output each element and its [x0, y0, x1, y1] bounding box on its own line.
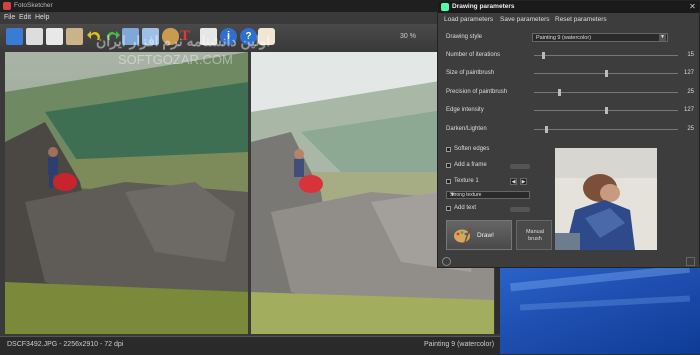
drawing-style-select[interactable]: Painting 9 (watercolor) ▼ — [532, 33, 668, 42]
edge-intensity-label: Edge intensity — [446, 107, 484, 113]
copy-icon[interactable] — [46, 28, 63, 45]
brush-size-slider[interactable] — [534, 70, 678, 77]
menu-bar: File Edit Help — [0, 12, 510, 24]
manual-brush-line2: brush — [528, 236, 542, 242]
file-info: DSCF3492.JPG - 2256x2910 - 72 dpi — [7, 341, 124, 348]
soften-edges-label: Soften edges — [454, 146, 490, 152]
main-window: FotoSketcher File Edit Help T i ? 30 % ا… — [0, 0, 510, 355]
iterations-slider[interactable] — [534, 52, 678, 59]
menu-help[interactable]: Help — [35, 14, 49, 21]
texture-next-icon[interactable]: ▶ — [520, 178, 527, 185]
menu-edit[interactable]: Edit — [19, 14, 31, 21]
brush-size-value: 127 — [683, 70, 694, 76]
slider-thumb[interactable] — [542, 52, 545, 59]
add-frame-checkbox[interactable] — [446, 163, 451, 168]
desktop-background — [500, 264, 700, 354]
draw-button[interactable]: Draw! — [446, 220, 512, 250]
save-parameters-menu[interactable]: Save parameters — [500, 16, 550, 23]
drawing-style-value: Painting 9 (watercolor) — [536, 35, 592, 41]
texture-label: Texture 1 — [454, 178, 479, 184]
texture-prev-icon[interactable]: ◀ — [510, 178, 517, 185]
paste-icon[interactable] — [66, 28, 83, 45]
manual-brush-line1: Manual — [525, 229, 545, 235]
text-options-button[interactable] — [510, 207, 530, 212]
original-image[interactable] — [5, 52, 248, 334]
desktop-glow — [519, 295, 691, 311]
close-icon[interactable]: ✕ — [688, 2, 697, 11]
add-text-checkbox[interactable] — [446, 206, 451, 211]
app-icon — [3, 2, 11, 10]
watermark-text: اولین دانشنامه نرم افزار ایران — [96, 33, 271, 49]
darken-lighten-slider[interactable] — [534, 126, 678, 133]
slider-thumb[interactable] — [605, 107, 608, 114]
slider-thumb[interactable] — [605, 70, 608, 77]
resize-grip-icon[interactable] — [686, 257, 695, 266]
brush-precision-value: 25 — [687, 89, 694, 95]
draw-button-label: Draw! — [477, 232, 494, 239]
slider-thumb[interactable] — [558, 89, 561, 96]
status-bar: DSCF3492.JPG - 2256x2910 - 72 dpi Painti… — [0, 336, 510, 355]
dialog-menu: Load parameters Save parameters Reset pa… — [438, 13, 699, 25]
dialog-title: Drawing parameters — [452, 3, 515, 10]
brush-precision-label: Precision of paintbrush — [446, 89, 508, 95]
frame-options-button[interactable] — [510, 164, 530, 169]
palette-icon — [454, 227, 471, 243]
darken-lighten-label: Darken/Lighten — [446, 126, 487, 132]
manual-brush-label: Manual brush — [517, 229, 553, 243]
title-bar: FotoSketcher — [0, 0, 510, 12]
brush-size-label: Size of paintbrush — [446, 70, 495, 76]
open-icon[interactable] — [6, 28, 23, 45]
drawing-parameters-dialog: Drawing parameters ✕ Load parameters Sav… — [437, 0, 700, 268]
darken-lighten-value: 25 — [687, 126, 694, 132]
dialog-title-bar: Drawing parameters ✕ — [438, 1, 699, 13]
reset-parameters-menu[interactable]: Reset parameters — [555, 16, 607, 23]
slider-track — [534, 92, 678, 93]
edge-intensity-value: 127 — [683, 107, 694, 113]
slider-track — [534, 55, 678, 56]
brush-precision-slider[interactable] — [534, 89, 678, 96]
texture-select[interactable]: Strong texture ▼ — [446, 191, 530, 199]
window-title: FotoSketcher — [14, 2, 53, 9]
drawing-style-label: Drawing style — [446, 34, 483, 40]
save-icon[interactable] — [26, 28, 43, 45]
slider-thumb[interactable] — [545, 126, 548, 133]
add-frame-label: Add a frame — [454, 162, 487, 168]
manual-brush-button[interactable]: Manual brush — [516, 220, 552, 250]
gear-icon[interactable] — [442, 257, 451, 266]
dialog-app-icon — [441, 3, 449, 11]
soften-edges-checkbox[interactable] — [446, 147, 451, 152]
chevron-down-icon[interactable]: ▼ — [450, 192, 528, 198]
desktop-glow — [510, 264, 690, 292]
current-style: Painting 9 (watercolor) — [424, 341, 495, 348]
add-text-label: Add text — [454, 205, 477, 211]
chevron-down-icon[interactable]: ▼ — [659, 34, 666, 41]
iterations-label: Number of iterations — [446, 52, 501, 58]
menu-file[interactable]: File — [4, 14, 15, 21]
watermark-site: SOFTGOZAR.COM — [118, 52, 233, 67]
texture-checkbox[interactable] — [446, 179, 451, 184]
preview-thumbnail — [555, 148, 657, 250]
iterations-value: 15 — [687, 52, 694, 58]
slider-track — [534, 129, 678, 130]
load-parameters-menu[interactable]: Load parameters — [444, 16, 493, 23]
zoom-level: 30 % — [400, 33, 416, 40]
edge-intensity-slider[interactable] — [534, 107, 678, 114]
